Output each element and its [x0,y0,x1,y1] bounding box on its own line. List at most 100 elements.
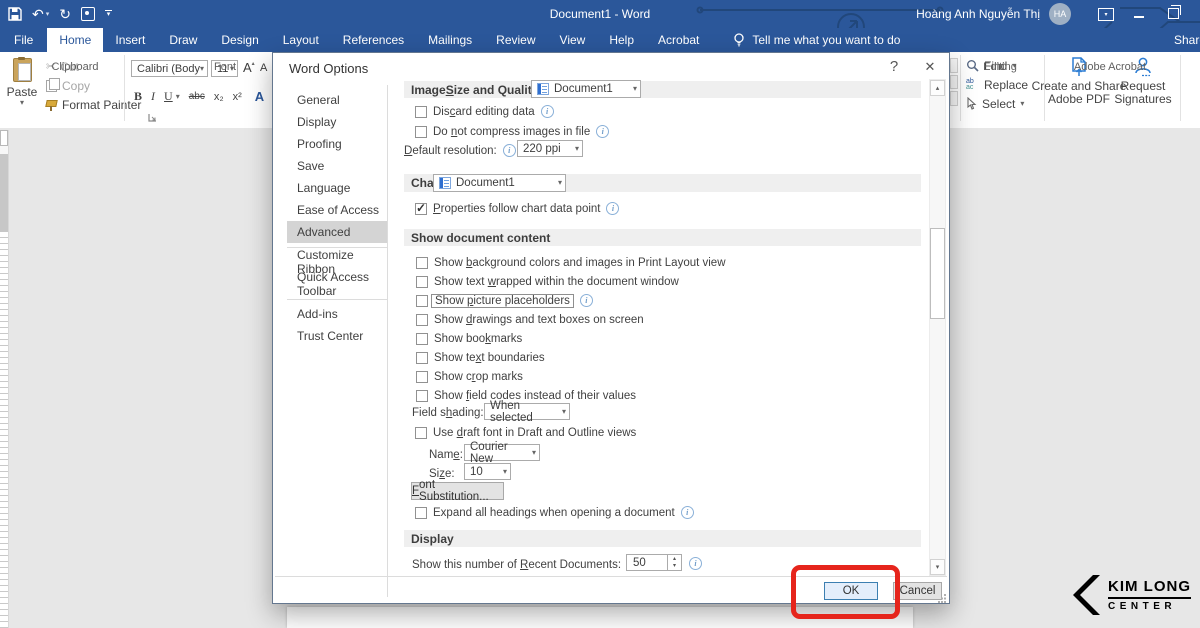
checkbox-unchecked[interactable] [416,257,428,269]
tab-insert[interactable]: Insert [103,28,157,52]
minimize-button[interactable] [1134,16,1144,18]
checkbox-show-drawings[interactable]: Show drawings and text boxes on screen [416,312,644,327]
checkbox-unchecked[interactable] [416,390,428,402]
checkbox-unchecked[interactable] [416,352,428,364]
checkbox-unchecked[interactable] [416,371,428,383]
ribbon-display-options-icon[interactable]: ▾ [1098,8,1114,21]
recent-documents-label: Show this number of Recent Documents: [412,557,621,572]
bold-button[interactable]: B [134,89,142,104]
checkbox-unchecked[interactable] [415,126,427,138]
checkbox-show-crop-marks[interactable]: Show crop marks [416,369,523,384]
sidebar-item-proofing[interactable]: Proofing [287,133,387,155]
chart-document-combo[interactable]: Document1 ▾ [433,174,566,192]
superscript-button[interactable]: x² [233,91,242,103]
tab-home[interactable]: Home [47,28,103,52]
scroll-thumb[interactable] [930,228,945,319]
footer-separator [275,576,947,577]
checkbox-unchecked[interactable] [415,507,427,519]
account-name[interactable]: Hoàng Anh Nguyễn Thị [880,7,1040,21]
draft-font-name-combo[interactable]: Courier New ▾ [464,444,540,461]
strikethrough-button[interactable]: abc [189,91,205,102]
sidebar-item-quick-access-toolbar[interactable]: Quick Access Toolbar [287,273,387,295]
tab-acrobat[interactable]: Acrobat [646,28,711,52]
replace-button[interactable]: abac Replace [966,76,1028,93]
scroll-down-button[interactable]: ▾ [930,559,945,575]
sidebar-item-save[interactable]: Save [287,155,387,177]
font-group-label: Font [180,61,270,73]
clipboard-dialog-launcher-icon[interactable] [148,113,157,122]
checkbox-unchecked[interactable] [415,106,427,118]
checkbox-show-background[interactable]: Show background colors and images in Pri… [416,255,726,270]
tell-me-box[interactable]: Tell me what you want to do [721,28,912,52]
lightbulb-icon [733,33,745,47]
image-quality-document-combo[interactable]: Document1 ▾ [531,80,641,98]
tab-view[interactable]: View [548,28,598,52]
checkbox-expand-headings[interactable]: Expand all headings when opening a docum… [415,505,694,520]
checkbox-show-bookmarks[interactable]: Show bookmarks [416,331,522,346]
field-shading-combo[interactable]: When selected ▾ [484,403,570,420]
tab-references[interactable]: References [331,28,416,52]
ok-button[interactable]: OK [824,582,878,600]
chevron-down-icon: ▾ [633,85,637,93]
underline-caret-icon[interactable]: ▾ [176,93,180,101]
checkbox-unchecked[interactable] [416,295,428,307]
dialog-close-button[interactable]: ✕ [919,59,941,79]
checkbox-show-picture-placeholders[interactable]: Show picture placeholders i [416,293,593,308]
tab-help[interactable]: Help [597,28,646,52]
default-resolution-combo[interactable]: 220 ppi ▾ [517,140,583,157]
sidebar-item-add-ins[interactable]: Add-ins [287,303,387,325]
tab-file[interactable]: File [0,28,47,52]
checkbox-unchecked[interactable] [416,276,428,288]
draft-font-name-label: Name: [429,447,463,462]
checkbox-show-text-boundaries[interactable]: Show text boundaries [416,350,545,365]
sidebar-item-ease-of-access[interactable]: Ease of Access [287,199,387,221]
tab-mailings[interactable]: Mailings [416,28,484,52]
dialog-help-button[interactable]: ? [883,58,905,78]
spinner-arrows[interactable]: ▴▾ [667,555,681,570]
tab-design[interactable]: Design [209,28,270,52]
group-divider [124,55,125,121]
copy-button[interactable]: Copy [46,77,90,94]
checkbox-properties-follow-chart[interactable]: ✓ Properties follow chart data point i [415,201,619,216]
avatar[interactable]: HA [1049,3,1071,25]
word-document-icon [537,83,549,95]
checkbox-unchecked[interactable] [416,333,428,345]
italic-button[interactable]: I [151,89,155,104]
checkbox-unchecked[interactable] [415,427,427,439]
draft-font-size-combo[interactable]: 10 ▾ [464,463,511,480]
checkbox-show-text-wrapped[interactable]: Show text wrapped within the document wi… [416,274,679,289]
underline-button[interactable]: U [164,89,173,104]
sidebar-item-general[interactable]: General [287,89,387,111]
sidebar-item-language[interactable]: Language [287,177,387,199]
dialog-scrollbar[interactable]: ▴ ▾ [929,79,946,576]
tab-review[interactable]: Review [484,28,547,52]
tab-draw[interactable]: Draw [157,28,209,52]
sidebar-item-display[interactable]: Display [287,111,387,133]
checkbox-discard-editing-data[interactable]: Discard editing data i [415,104,554,119]
subscript-button[interactable]: x₂ [214,91,224,103]
scroll-up-button[interactable]: ▴ [930,80,945,96]
sidebar-item-advanced[interactable]: Advanced [287,221,387,243]
restore-button[interactable] [1168,8,1179,19]
checkbox-use-draft-font[interactable]: Use draft font in Draft and Outline view… [415,425,636,440]
checkbox-no-compress-images[interactable]: Do not compress images in file i [415,124,609,139]
share-button[interactable]: Share [1170,31,1200,49]
info-icon: i [596,125,609,138]
document-page[interactable] [287,607,913,628]
tab-layout[interactable]: Layout [271,28,331,52]
select-button[interactable]: Select ▾ [966,95,1024,112]
sidebar-item-trust-center[interactable]: Trust Center [287,325,387,347]
checkbox-unchecked[interactable] [416,314,428,326]
vertical-ruler [0,130,9,628]
chevron-down-icon: ▾ [562,408,566,416]
font-substitution-button[interactable]: Font Substitution... [411,482,504,500]
text-effects-button[interactable]: A [255,89,264,104]
info-icon: i [606,202,619,215]
format-painter-button[interactable]: Format Painter [46,96,141,113]
checkbox-checked[interactable]: ✓ [415,203,427,215]
recent-documents-spinner[interactable]: 50 ▴▾ [626,554,682,571]
group-divider [1180,55,1181,121]
resize-grip[interactable] [937,593,947,603]
ribbon-tab-row: File Home Insert Draw Design Layout Refe… [0,28,1200,52]
cancel-button[interactable]: Cancel [893,582,942,600]
